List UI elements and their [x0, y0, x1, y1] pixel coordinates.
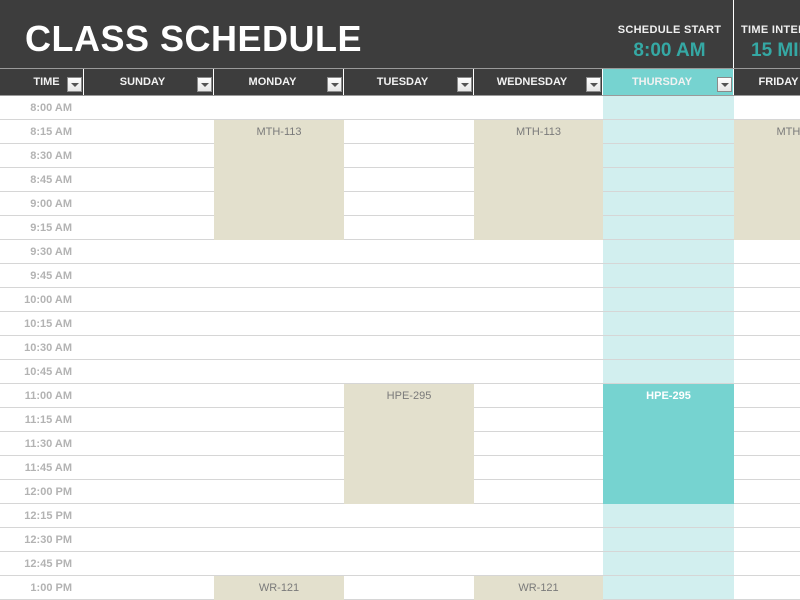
time-row: 9:30 AM	[0, 240, 800, 264]
time-label: 12:15 PM	[24, 510, 72, 522]
class-label: MTH-113	[776, 126, 800, 138]
column-header-time[interactable]: TIME	[0, 69, 84, 95]
time-label: 10:15 AM	[24, 318, 72, 330]
column-header-sunday[interactable]: SUNDAY	[84, 69, 214, 95]
time-label: 8:00 AM	[30, 102, 72, 114]
time-row: 12:30 PM	[0, 528, 800, 552]
time-row: 10:30 AM	[0, 336, 800, 360]
column-header-label: MONDAY	[248, 76, 297, 88]
class-block-hpe-295[interactable]: HPE-295	[344, 384, 474, 504]
time-row: 8:45 AM	[0, 168, 800, 192]
column-header-label: WEDNESDAY	[496, 76, 568, 88]
time-label: 12:45 PM	[24, 558, 72, 570]
time-label: 11:15 AM	[24, 414, 72, 426]
page-title: CLASS SCHEDULE	[25, 18, 363, 59]
class-label: WR-121	[518, 582, 559, 594]
time-interval-block: TIME INTERVAL 15 MIN	[741, 24, 800, 63]
time-row: 10:45 AM	[0, 360, 800, 384]
time-row: 8:30 AM	[0, 144, 800, 168]
class-block-mth-113[interactable]: MTH-113	[474, 120, 603, 240]
time-label: 9:45 AM	[30, 270, 72, 282]
time-label: 1:00 PM	[30, 582, 72, 594]
column-header-tuesday[interactable]: TUESDAY	[344, 69, 474, 95]
time-label: 8:30 AM	[30, 150, 72, 162]
filter-dropdown-icon[interactable]	[717, 77, 732, 92]
class-label: HPE-295	[646, 390, 691, 402]
time-label: 9:00 AM	[30, 198, 72, 210]
title-banner: CLASS SCHEDULE SCHEDULE START 8:00 AM TI…	[0, 0, 800, 68]
class-label: MTH-113	[515, 126, 562, 138]
column-header-label: FRIDAY	[758, 76, 799, 88]
column-header-thursday[interactable]: THURSDAY	[603, 69, 734, 95]
time-row: 9:00 AM	[0, 192, 800, 216]
filter-dropdown-icon[interactable]	[197, 77, 212, 92]
time-row: 8:00 AM	[0, 96, 800, 120]
time-interval-value[interactable]: 15 MIN	[751, 39, 800, 63]
time-label: 8:45 AM	[30, 174, 72, 186]
column-header-friday[interactable]: FRIDAY	[734, 69, 800, 95]
class-block-wr-121[interactable]: WR-121	[214, 576, 344, 600]
class-label: HPE-295	[386, 390, 432, 402]
class-block-mth-113[interactable]: MTH-113	[214, 120, 344, 240]
time-label: 12:00 PM	[24, 486, 72, 498]
column-header-wednesday[interactable]: WEDNESDAY	[474, 69, 603, 95]
filter-dropdown-icon[interactable]	[586, 77, 601, 92]
column-header-label: THURSDAY	[631, 76, 693, 88]
time-label: 12:30 PM	[24, 534, 72, 546]
class-label: MTH-113	[256, 126, 302, 138]
filter-dropdown-icon[interactable]	[457, 77, 472, 92]
time-row: 10:15 AM	[0, 312, 800, 336]
time-label: 10:45 AM	[24, 366, 72, 378]
time-row: 9:45 AM	[0, 264, 800, 288]
class-label: WR-121	[258, 582, 300, 594]
time-interval-label: TIME INTERVAL	[741, 24, 800, 36]
schedule-start-label: SCHEDULE START	[617, 24, 722, 36]
time-row: 12:15 PM	[0, 504, 800, 528]
time-label: 11:30 AM	[24, 438, 72, 450]
column-header-row: TIME SUNDAY MONDAY TUESDAY WEDNESDAY THURSDAY…	[0, 68, 800, 96]
time-label: 11:45 AM	[24, 462, 72, 474]
time-label: 10:00 AM	[24, 294, 72, 306]
time-label: 9:30 AM	[30, 246, 72, 258]
schedule-grid: 8:00 AM 8:15 AM 8:30 AM 8:45 AM 9:00 AM 9:15 …	[0, 96, 800, 600]
column-header-label: SUNDAY	[119, 76, 166, 88]
time-label: 10:30 AM	[24, 342, 72, 354]
time-row: 12:45 PM	[0, 552, 800, 576]
time-label: 11:00 AM	[24, 390, 72, 402]
schedule-start-block: SCHEDULE START 8:00 AM	[612, 24, 727, 63]
time-row: 9:15 AM	[0, 216, 800, 240]
time-row: 8:15 AM	[0, 120, 800, 144]
time-label: 8:15 AM	[30, 126, 72, 138]
time-row: 10:00 AM	[0, 288, 800, 312]
column-header-monday[interactable]: MONDAY	[214, 69, 344, 95]
class-block-mth-113[interactable]: MTH-113	[734, 120, 800, 240]
time-label: 9:15 AM	[30, 222, 72, 234]
column-header-label: TUESDAY	[376, 76, 429, 88]
class-block-hpe-295[interactable]: HPE-295	[603, 384, 734, 504]
schedule-start-value[interactable]: 8:00 AM	[612, 39, 727, 63]
column-header-label: TIME	[33, 76, 60, 88]
filter-dropdown-icon[interactable]	[327, 77, 342, 92]
class-block-wr-121[interactable]: WR-121	[474, 576, 603, 600]
time-row: 1:00 PM	[0, 576, 800, 600]
meta-divider	[733, 0, 734, 68]
filter-dropdown-icon[interactable]	[67, 77, 82, 92]
